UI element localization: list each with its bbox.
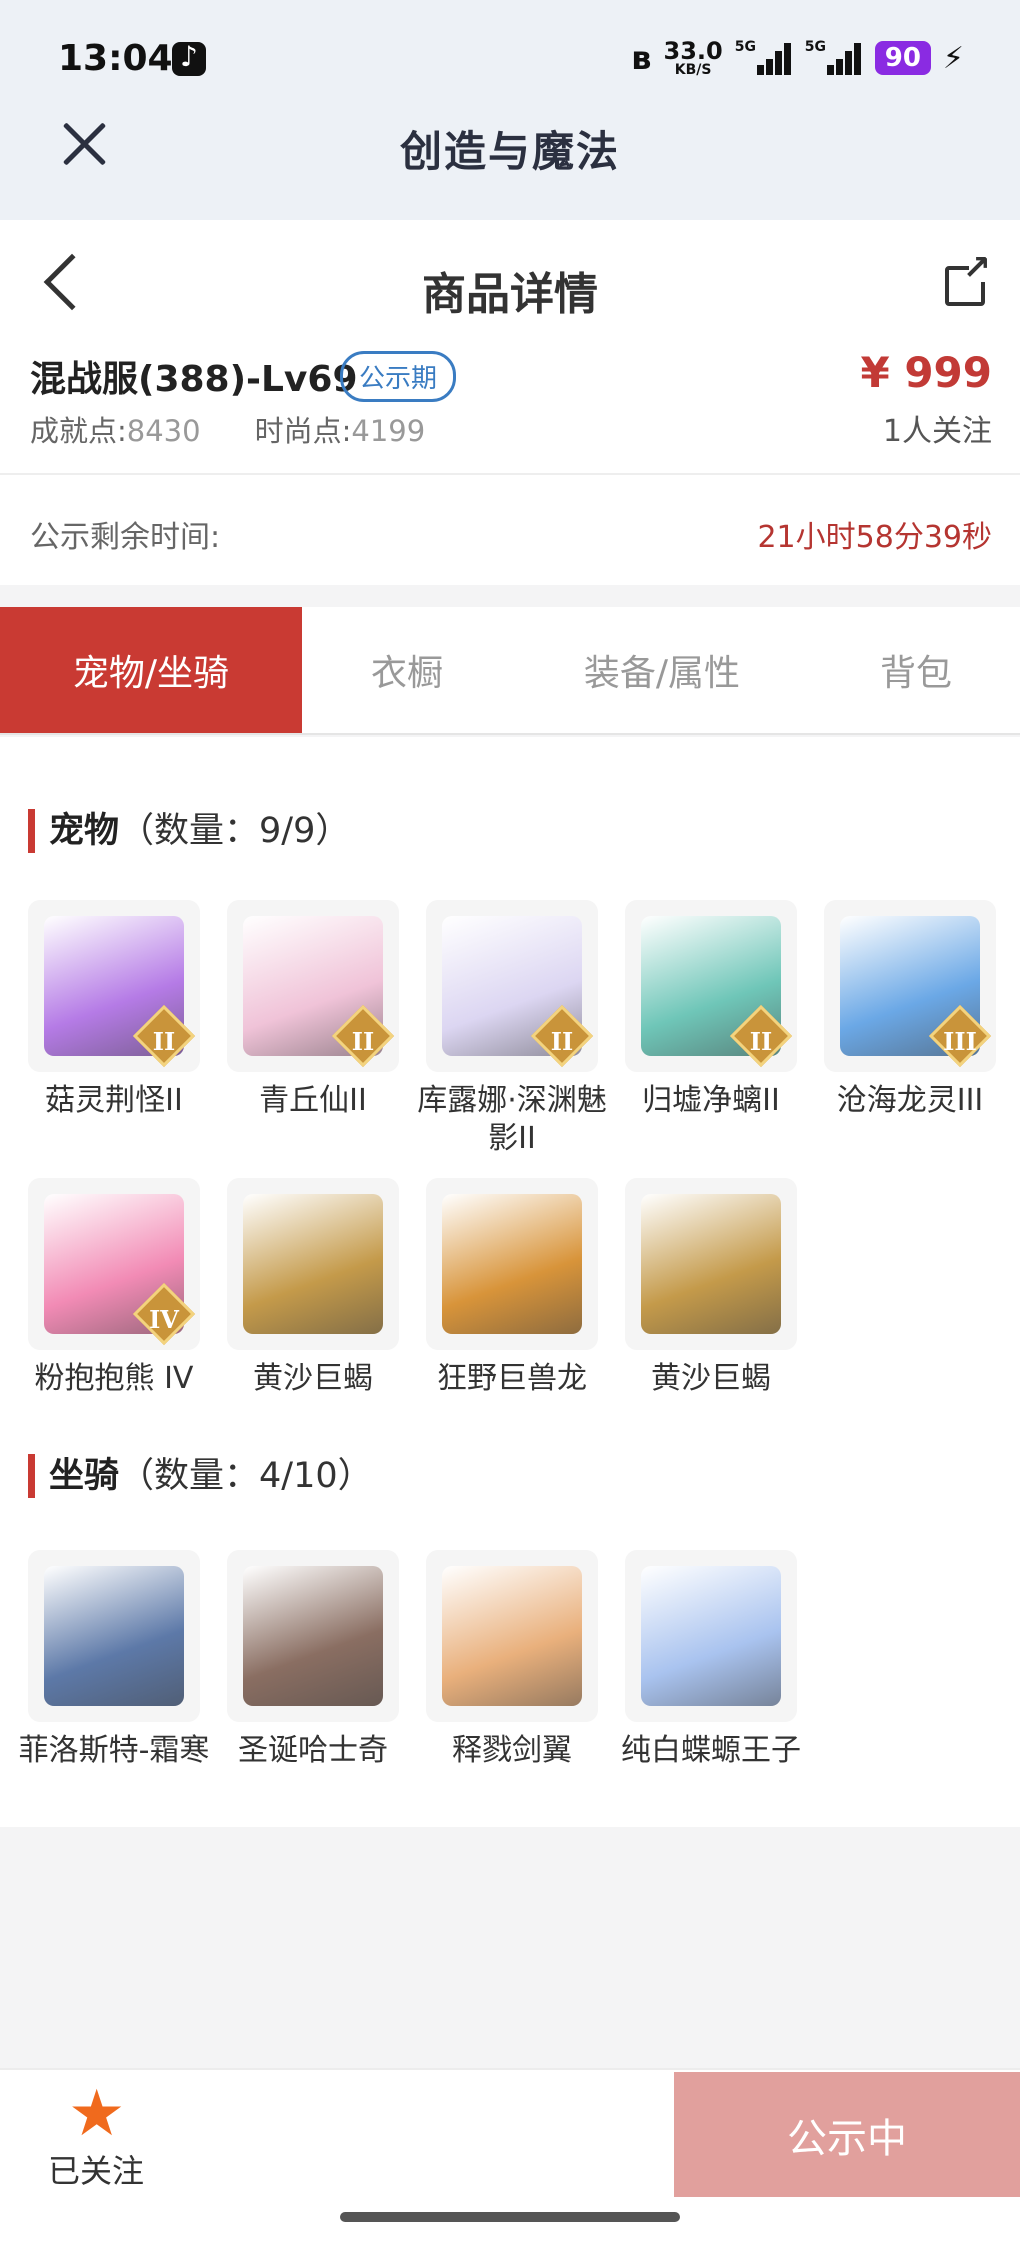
rank-text: IV xyxy=(149,1305,179,1334)
list-item[interactable]: 纯白蝶螈王子 xyxy=(621,1550,801,1770)
achievement-label: 成就点: xyxy=(30,414,127,448)
network-speed-unit: KB/S xyxy=(674,62,712,78)
item-label: 菇灵荆怪II xyxy=(45,1083,183,1118)
list-item[interactable]: III 沧海龙灵III xyxy=(824,900,996,1120)
mounts-heading: 坐骑 xyxy=(49,1456,120,1496)
rank-text: III xyxy=(943,1027,977,1056)
tab-equipment[interactable]: 装备/属性 xyxy=(512,607,812,733)
item-label: 释戮剑翼 xyxy=(452,1733,572,1768)
page-title: 商品详情 xyxy=(422,269,598,320)
list-item[interactable]: 黄沙巨蝎 xyxy=(625,1178,797,1398)
item-image xyxy=(641,1194,781,1334)
list-item[interactable]: 圣诞哈士奇 xyxy=(227,1550,399,1770)
item-label: 粉抱抱熊 IV xyxy=(34,1361,194,1396)
mounts-count: （数量：4/10） xyxy=(119,1456,373,1496)
rank-text: II xyxy=(152,1027,176,1056)
network-speed: 33.0 KB/S xyxy=(664,39,723,77)
item-image xyxy=(243,1566,383,1706)
battery-indicator: 90 xyxy=(874,41,931,75)
mounts-section-title: 坐骑（数量：4/10） xyxy=(28,1454,373,1498)
item-label: 沧海龙灵III xyxy=(836,1083,984,1118)
status-icons: ʙ 33.0 KB/S 5G 5G 90 ⚡ xyxy=(631,36,964,80)
timer-label: 公示剩余时间: xyxy=(30,520,221,555)
item-label: 库露娜·深渊魅影II xyxy=(417,1083,607,1156)
share-icon[interactable] xyxy=(945,248,991,306)
divider xyxy=(0,473,1020,475)
list-item[interactable]: II 菇灵荆怪II xyxy=(28,900,200,1120)
fashion-value: 4199 xyxy=(351,414,426,448)
signal-icon: 5G xyxy=(805,39,863,77)
item-thumbnail xyxy=(227,1178,399,1350)
item-label: 黄沙巨蝎 xyxy=(253,1361,373,1396)
list-item[interactable]: II 青丘仙II xyxy=(227,900,399,1120)
list-item[interactable]: II 归墟净螭II xyxy=(625,900,797,1120)
tab-backpack[interactable]: 背包 xyxy=(812,607,1020,733)
item-thumbnail: II xyxy=(625,900,797,1072)
fashion-label: 时尚点: xyxy=(254,414,352,448)
pets-count: （数量：9/9） xyxy=(119,811,351,851)
item-thumbnail: II xyxy=(227,900,399,1072)
star-icon[interactable]: ★ xyxy=(68,2082,125,2146)
publicity-button[interactable]: 公示中 xyxy=(674,2072,1020,2197)
timer-value: 21小时58分39秒 xyxy=(757,520,992,555)
item-thumbnail xyxy=(426,1550,598,1722)
pets-heading: 宠物 xyxy=(49,811,120,851)
list-item[interactable]: IV 粉抱抱熊 IV xyxy=(28,1178,200,1398)
list-item[interactable]: 黄沙巨蝎 xyxy=(227,1178,399,1398)
pets-section-title: 宠物（数量：9/9） xyxy=(28,809,350,853)
tiktok-icon xyxy=(172,40,206,76)
charging-icon: ⚡ xyxy=(942,40,964,76)
item-image xyxy=(641,1566,781,1706)
network-speed-value: 33.0 xyxy=(663,37,723,65)
item-name: 混战服(388)-Lv69 xyxy=(30,359,358,400)
item-image xyxy=(442,1566,582,1706)
signal-label: 5G xyxy=(804,39,826,55)
list-item[interactable]: II 库露娜·深渊魅影II xyxy=(417,900,607,1158)
item-label: 纯白蝶螈王子 xyxy=(621,1733,801,1768)
tab-wardrobe[interactable]: 衣橱 xyxy=(302,607,512,733)
item-label: 圣诞哈士奇 xyxy=(238,1733,388,1768)
list-item[interactable]: 菲洛斯特-霜寒 xyxy=(19,1550,209,1770)
list-item[interactable]: 释戮剑翼 xyxy=(426,1550,598,1770)
item-thumbnail xyxy=(426,1178,598,1350)
follower-count: 1人关注 xyxy=(882,414,992,449)
tab-pets-mounts[interactable]: 宠物/坐骑 xyxy=(0,607,302,733)
item-thumbnail: IV xyxy=(28,1178,200,1350)
rank-text: II xyxy=(550,1027,574,1056)
status-time: 13:04 xyxy=(58,38,173,79)
item-thumbnail xyxy=(227,1550,399,1722)
list-item[interactable]: 狂野巨兽龙 xyxy=(426,1178,598,1398)
status-badge: 公示期 xyxy=(340,351,457,402)
tab-bar: 宠物/坐骑 衣橱 装备/属性 背包 xyxy=(0,607,1020,735)
item-thumbnail: II xyxy=(426,900,598,1072)
item-image xyxy=(44,1566,184,1706)
app-title: 创造与魔法 xyxy=(399,127,620,176)
home-indicator[interactable] xyxy=(340,2212,680,2222)
signal-label: 5G xyxy=(734,39,756,55)
item-price: ¥ 999 xyxy=(860,348,992,397)
item-thumbnail: II xyxy=(28,900,200,1072)
bluetooth-icon: ʙ xyxy=(631,39,652,77)
item-label: 归墟净螭II xyxy=(642,1083,780,1118)
item-label: 青丘仙II xyxy=(259,1083,367,1118)
item-stats: 成就点:8430 时尚点:4199 xyxy=(30,408,425,450)
item-image xyxy=(442,1194,582,1334)
item-label: 菲洛斯特-霜寒 xyxy=(18,1733,210,1768)
item-label: 黄沙巨蝎 xyxy=(651,1361,771,1396)
follow-label[interactable]: 已关注 xyxy=(48,2146,144,2192)
item-thumbnail xyxy=(625,1178,797,1350)
achievement-value: 8430 xyxy=(126,414,201,448)
item-image xyxy=(243,1194,383,1334)
item-thumbnail: III xyxy=(824,900,996,1072)
app-header: 13:04 ʙ 33.0 KB/S 5G 5G 90 ⚡ 创造与魔法 xyxy=(0,0,1020,220)
rank-text: II xyxy=(749,1027,773,1056)
item-label: 狂野巨兽龙 xyxy=(437,1361,587,1396)
item-thumbnail xyxy=(625,1550,797,1722)
signal-icon: 5G xyxy=(735,39,793,77)
item-thumbnail xyxy=(28,1550,200,1722)
tab-content: 宠物（数量：9/9） II 菇灵荆怪II II 青丘仙II II 库露娜·深渊魅影II II… xyxy=(0,737,1020,1827)
rank-text: II xyxy=(351,1027,375,1056)
